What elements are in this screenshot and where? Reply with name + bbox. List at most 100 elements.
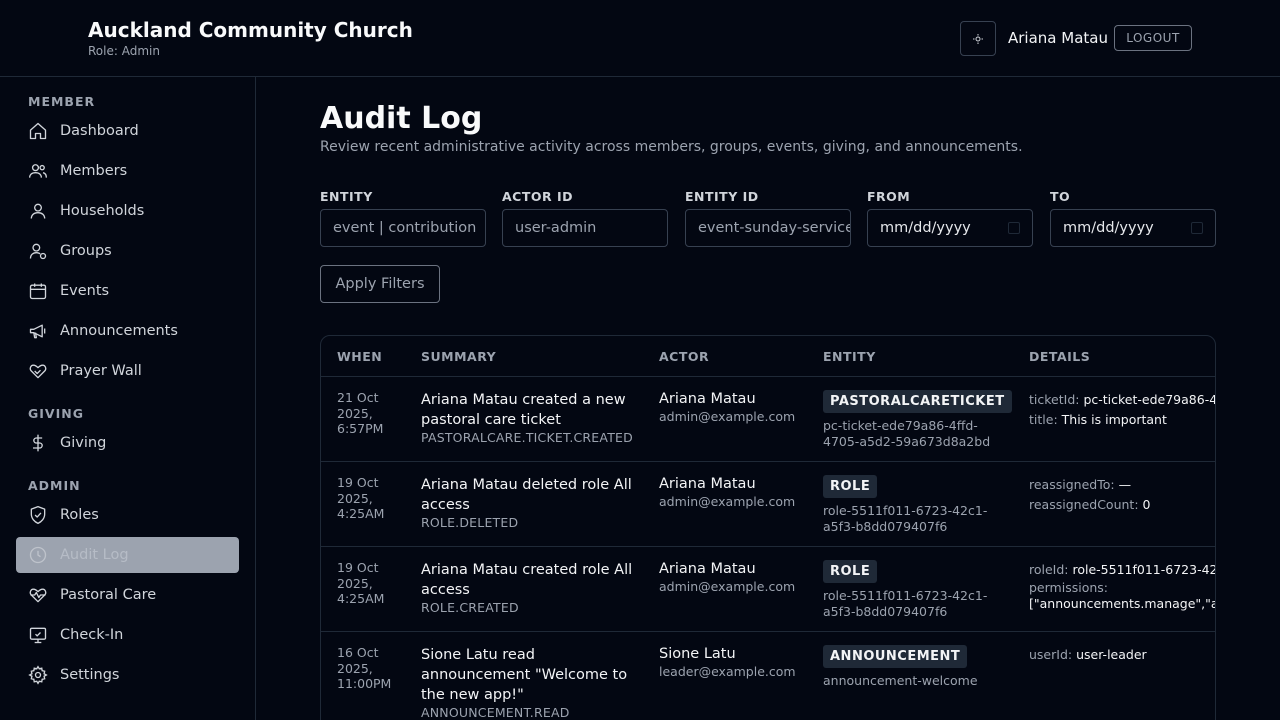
row-details: roleId: role-5511f011-6723-42c1-a5f3-b8d… [1029, 560, 1216, 612]
detail-key: reassignedCount: [1029, 497, 1139, 512]
detail-value: This is important [1061, 412, 1167, 427]
monitor-check-icon [29, 627, 47, 644]
detail-key: roleId: [1029, 562, 1069, 577]
sidebar-item-label: Households [60, 203, 145, 219]
actor-email: leader@example.com [659, 664, 796, 679]
main-content: Audit Log Review recent administrative a… [256, 77, 1280, 720]
detail-item: title: This is important [1029, 410, 1215, 430]
actor-name: Ariana Matau [659, 391, 756, 407]
detail-key: userId: [1029, 647, 1073, 662]
heart-hand-icon [29, 364, 47, 379]
row-actor: Ariana Matau admin@example.com [659, 560, 809, 595]
detail-key: reassignedTo: [1029, 477, 1115, 492]
current-user-name: Ariana Matau [1008, 29, 1108, 47]
actor-name: Ariana Matau [659, 561, 756, 577]
when-date: 16 Oct [337, 645, 379, 660]
from-date-value: mm/dd/yyyy [880, 220, 971, 236]
event-code: ROLE.DELETED [421, 515, 519, 530]
page-description: Review recent administrative activity ac… [320, 139, 1023, 155]
sidebar-item-label: Check-In [60, 627, 124, 643]
when-date: 19 Oct [337, 475, 379, 490]
entity-id-filter-input[interactable]: event-sunday-service [685, 209, 851, 247]
sidebar-item-label: Giving [60, 435, 107, 451]
when-year: 2025, [337, 660, 373, 676]
sidebar-item-label: Roles [60, 507, 99, 523]
sidebar-item-settings[interactable]: Settings [16, 657, 239, 693]
entity-type-badge: ANNOUNCEMENT [823, 645, 968, 668]
sidebar-item-check-in[interactable]: Check-In [16, 617, 239, 653]
actor-email: admin@example.com [659, 579, 796, 594]
sidebar-item-pastoral-care[interactable]: Pastoral Care [16, 577, 239, 613]
sidebar-item-label: Settings [60, 667, 120, 683]
user-icon [30, 203, 46, 219]
sidebar: MEMBER Dashboard Members Households Grou… [0, 77, 256, 720]
entity-filter-input[interactable]: event | contribution [320, 209, 486, 247]
app-header: Auckland Community Church Role: Admin Ar… [0, 0, 1280, 77]
sidebar-item-members[interactable]: Members [16, 153, 239, 189]
column-header-entity: ENTITY [823, 349, 876, 364]
row-summary: Ariana Matau created role All access ROL… [421, 560, 641, 615]
table-row: 19 Oct 2025, 4:25AM Ariana Matau deleted… [321, 461, 1215, 546]
calendar-icon [29, 283, 47, 300]
users-icon [29, 164, 47, 178]
when-date: 21 Oct [337, 390, 379, 405]
actor-id-filter-input[interactable]: user-admin [502, 209, 668, 247]
sidebar-section-admin: ADMIN [28, 478, 81, 493]
actor-name: Ariana Matau [659, 476, 756, 492]
detail-item: ticketId: pc-ticket-ede79a86-4ffd-4705-a… [1029, 390, 1216, 410]
sidebar-item-households[interactable]: Households [16, 193, 239, 229]
to-date-input[interactable]: mm/dd/yyyy [1050, 209, 1216, 247]
filter-label: TO [1050, 189, 1071, 204]
detail-key: permissions: [1029, 580, 1108, 595]
theme-toggle-button[interactable] [960, 21, 996, 56]
row-entity: ROLE role-5511f011-6723-42c1-a5f3-b8dd07… [823, 560, 1013, 620]
entity-id: pc-ticket-ede79a86-4ffd-4705-a5d2-59a673… [823, 418, 991, 449]
entity-id: role-5511f011-6723-42c1-a5f3-b8dd079407f… [823, 588, 988, 619]
column-header-actor: ACTOR [659, 349, 710, 364]
sidebar-item-dashboard[interactable]: Dashboard [16, 113, 239, 149]
audit-log-table: WHEN SUMMARY ACTOR ENTITY DETAILS 21 Oct… [320, 335, 1216, 720]
row-actor: Ariana Matau admin@example.com [659, 390, 809, 425]
table-row: 19 Oct 2025, 4:25AM Ariana Matau created… [321, 546, 1216, 631]
logout-button[interactable]: LOGOUT [1114, 25, 1192, 51]
shield-icon [30, 506, 46, 524]
detail-key: title: [1029, 412, 1058, 427]
sidebar-item-audit-log[interactable]: Audit Log [16, 537, 239, 573]
calendar-icon[interactable] [1008, 222, 1020, 234]
row-entity: PASTORALCARETICKET pc-ticket-ede79a86-4f… [823, 390, 1013, 450]
sidebar-item-label: Dashboard [60, 123, 139, 139]
detail-value: user-leader [1076, 647, 1147, 662]
sidebar-item-giving[interactable]: Giving [16, 425, 239, 461]
when-year: 2025, [337, 490, 373, 506]
apply-filters-button[interactable]: Apply Filters [320, 265, 440, 303]
sidebar-item-roles[interactable]: Roles [16, 497, 239, 533]
sidebar-item-label: Pastoral Care [60, 587, 157, 603]
when-time: 4:25AM [337, 506, 385, 521]
entity-type-badge: ROLE [823, 475, 878, 498]
sidebar-item-prayer-wall[interactable]: Prayer Wall [16, 353, 239, 389]
user-role: Role: Admin [88, 44, 160, 58]
to-date-value: mm/dd/yyyy [1063, 220, 1154, 236]
when-time: 4:25AM [337, 591, 385, 606]
actor-email: admin@example.com [659, 494, 796, 509]
detail-value: role-5511f011-6723-42c1-a5f3-b8dd079407f… [1072, 562, 1216, 577]
row-when: 21 Oct 2025, 6:57PM [337, 390, 407, 437]
event-code: PASTORALCARE.TICKET.CREATED [421, 430, 633, 445]
summary-text: Ariana Matau created a new pastoral care… [421, 392, 626, 428]
row-summary: Sione Latu read announcement "Welcome to… [421, 645, 641, 720]
user-group-icon [29, 243, 47, 260]
filter-entity: ENTITY event | contribution [320, 189, 486, 247]
sidebar-item-groups[interactable]: Groups [16, 233, 239, 269]
calendar-icon[interactable] [1191, 222, 1203, 234]
detail-value: pc-ticket-ede79a86-4ffd-4705-a5d2-59a673… [1083, 392, 1216, 407]
row-details: userId: user-leader [1029, 645, 1215, 665]
when-date: 19 Oct [337, 560, 379, 575]
from-date-input[interactable]: mm/dd/yyyy [867, 209, 1033, 247]
detail-value: 0 [1142, 497, 1151, 512]
sidebar-item-events[interactable]: Events [16, 273, 239, 309]
sidebar-item-announcements[interactable]: Announcements [16, 313, 239, 349]
sidebar-section-giving: GIVING [28, 406, 84, 421]
entity-type-badge: ROLE [823, 560, 878, 583]
entity-id: announcement-welcome [823, 673, 978, 688]
detail-item: reassignedTo: — [1029, 475, 1215, 495]
